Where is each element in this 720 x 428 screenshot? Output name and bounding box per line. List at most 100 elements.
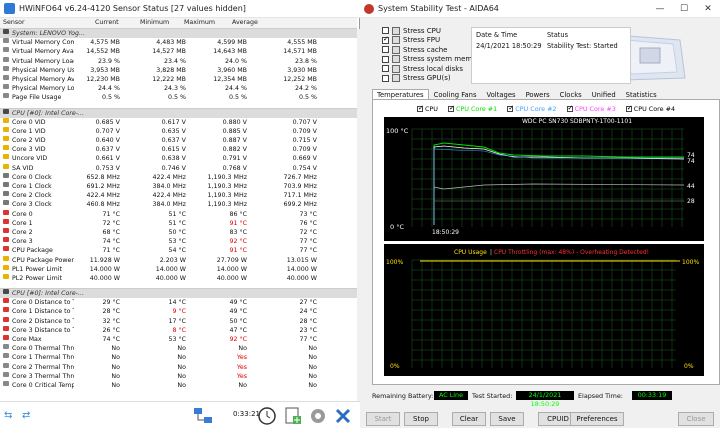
sensor-row[interactable]: Virtual Memory Load 23.9 % 23.4 % 24.0 % 23.… bbox=[0, 56, 357, 66]
legend-item[interactable]: CPU Core #3 bbox=[566, 104, 616, 114]
stress-checkbox[interactable] bbox=[382, 74, 389, 82]
sensor-name: SA VID bbox=[12, 164, 34, 172]
tab-unified[interactable]: Unified bbox=[587, 89, 621, 99]
status-value: Stability Test: Started bbox=[547, 42, 618, 50]
stop-button[interactable]: Stop bbox=[404, 412, 438, 426]
start-button[interactable]: Start bbox=[366, 412, 400, 426]
sensor-row[interactable]: Core 3 74 °C 53 °C 92 °C 77 °C bbox=[0, 237, 357, 246]
sensor-group-header[interactable]: System: LENOVO Yog... bbox=[0, 29, 357, 39]
sensor-group-header[interactable]: CPU [#0]: Intel Core-... bbox=[0, 289, 357, 299]
sensor-row[interactable]: Core 0 VID 0.685 V 0.617 V 0.880 V 0.707 V bbox=[0, 117, 357, 127]
sensor-row[interactable]: PL2 Power Limit 40.000 W 40.000 W 40.000 W 4… bbox=[0, 273, 357, 283]
preferences-button[interactable]: Preferences bbox=[570, 412, 624, 426]
maximize-icon[interactable]: ☐ bbox=[672, 0, 696, 18]
sensor-row[interactable]: CPU Package Power 11.928 W 2.203 W 27.709 W… bbox=[0, 255, 357, 265]
stress-checkbox[interactable] bbox=[382, 65, 389, 73]
col-average[interactable]: Average bbox=[232, 19, 258, 26]
tab-voltages[interactable]: Voltages bbox=[482, 89, 521, 99]
sensor-row[interactable]: Core 3 Thermal Throt... No No Yes No bbox=[0, 371, 357, 381]
sensor-row[interactable]: Core 0 Thermal Throt... No No No No bbox=[0, 344, 357, 353]
col-minimum[interactable]: Minimum bbox=[140, 19, 169, 26]
sensor-row[interactable]: Core 0 Distance to Tj... 29 °C 14 °C 49 °C 2… bbox=[0, 298, 357, 307]
tab-powers[interactable]: Powers bbox=[521, 89, 555, 99]
sensor-row[interactable]: Core 1 VID 0.707 V 0.635 V 0.885 V 0.709 V bbox=[0, 126, 357, 136]
clear-button[interactable]: Clear bbox=[452, 412, 486, 426]
legend-item[interactable]: CPU Core #4 bbox=[625, 104, 675, 114]
nav-right-arrow-icon[interactable]: ⇄ bbox=[22, 411, 40, 421]
sensor-row[interactable]: PL1 Power Limit 14.000 W 14.000 W 14.000 W 1… bbox=[0, 264, 357, 274]
clock-icon[interactable] bbox=[256, 405, 278, 427]
legend-checkbox[interactable] bbox=[447, 104, 455, 112]
save-button[interactable]: Save bbox=[490, 412, 524, 426]
tab-temperatures[interactable]: Temperatures bbox=[372, 89, 429, 99]
legend-item[interactable]: CPU Core #2 bbox=[507, 104, 557, 114]
sensor-row[interactable]: Physical Memory Used 3,953 MB 3,828 MB 3,96… bbox=[0, 65, 357, 75]
stress-option[interactable]: Stress local disks bbox=[382, 64, 472, 74]
stress-option[interactable]: Stress system mem bbox=[382, 55, 472, 65]
stress-option[interactable]: Stress GPU(s) bbox=[382, 74, 472, 84]
col-sensor[interactable]: Sensor bbox=[3, 19, 25, 26]
sensor-row[interactable]: Core 0 71 °C 51 °C 86 °C 73 °C bbox=[0, 209, 357, 219]
sensor-row[interactable]: Physical Memory Load 24.4 % 24.3 % 24.4 % 24… bbox=[0, 84, 357, 93]
tab-clocks[interactable]: Clocks bbox=[555, 89, 587, 99]
maximum-value: 0.880 V bbox=[222, 118, 247, 126]
network-icon[interactable] bbox=[192, 405, 214, 427]
tab-statistics[interactable]: Statistics bbox=[621, 89, 662, 99]
sensor-row[interactable]: Core 2 Distance to Tj... 32 °C 17 °C 50 °C 2… bbox=[0, 316, 357, 326]
sensor-row[interactable]: Core 0 Critical Tempe... No No No No bbox=[0, 380, 357, 390]
sensor-row[interactable]: Core 3 Distance to Tj... 26 °C 8 °C 47 °C 23… bbox=[0, 325, 357, 335]
sensor-row[interactable]: Core 1 72 °C 51 °C 91 °C 76 °C bbox=[0, 218, 357, 228]
stress-checkbox[interactable] bbox=[382, 46, 389, 54]
sensor-row[interactable]: Physical Memory Avai... 12,230 MB 12,222 M… bbox=[0, 74, 357, 84]
legend-checkbox[interactable] bbox=[507, 104, 514, 112]
legend-item[interactable]: CPU bbox=[416, 104, 438, 114]
sensor-row[interactable]: Core 1 Clock 691.2 MHz 384.0 MHz 1,190.3 MH… bbox=[0, 182, 357, 191]
sensor-row[interactable]: Core Max 74 °C 53 °C 92 °C 77 °C bbox=[0, 335, 357, 344]
sensor-row[interactable]: CPU Package 71 °C 54 °C 91 °C 77 °C bbox=[0, 246, 357, 255]
minimum-value: 422.4 MHz bbox=[152, 173, 186, 181]
minimize-icon[interactable]: — bbox=[648, 0, 672, 18]
nav-left-arrow-icon[interactable]: ⇆ bbox=[4, 411, 22, 421]
stress-option[interactable]: Stress FPU bbox=[382, 35, 472, 46]
sensor-row[interactable]: Core 3 VID 0.637 V 0.615 V 0.882 V 0.709 V bbox=[0, 145, 357, 154]
sensor-row[interactable]: Core 0 Clock 652.8 MHz 422.4 MHz 1,190.3 MH… bbox=[0, 172, 357, 182]
close-x-icon[interactable] bbox=[332, 405, 354, 427]
sensor-row[interactable]: Core 1 Distance to Tj... 28 °C 9 °C 49 °C 24… bbox=[0, 307, 357, 316]
sensor-group-header[interactable]: CPU [#0]: Intel Core-... bbox=[0, 108, 357, 118]
col-current[interactable]: Current bbox=[95, 19, 119, 26]
stress-checkbox[interactable] bbox=[382, 35, 389, 44]
sensor-row[interactable]: Core 1 Thermal Throt... No No Yes No bbox=[0, 353, 357, 362]
hwinfo-app-icon bbox=[4, 3, 15, 14]
tab-cooling-fans[interactable]: Cooling Fans bbox=[429, 89, 482, 99]
legend-checkbox[interactable] bbox=[416, 104, 424, 112]
sensor-name: Core 0 Clock bbox=[12, 173, 52, 181]
sensor-row[interactable]: Uncore VID 0.661 V 0.638 V 0.791 V 0.669 V bbox=[0, 154, 357, 163]
sensor-row[interactable]: Core 2 68 °C 50 °C 83 °C 72 °C bbox=[0, 227, 357, 237]
stress-checkbox[interactable] bbox=[382, 27, 389, 35]
col-maximum[interactable]: Maximum bbox=[184, 19, 215, 26]
legend-checkbox[interactable] bbox=[566, 104, 573, 112]
sensor-row[interactable]: Core 3 Clock 460.8 MHz 384.0 MHz 1,190.3 MH… bbox=[0, 200, 357, 209]
sensor-row[interactable]: Page File Usage 0.5 % 0.5 % 0.5 % 0.5 % bbox=[0, 93, 357, 102]
stress-checkbox[interactable] bbox=[382, 55, 389, 63]
stress-option[interactable]: Stress CPU bbox=[382, 26, 472, 36]
sensor-row[interactable]: Core 2 Clock 422.4 MHz 422.4 MHz 1,190.3 MH… bbox=[0, 191, 357, 200]
average-value: 40.000 W bbox=[286, 274, 317, 282]
sensor-row[interactable]: Virtual Memory Avail... 14,552 MB 14,527 M… bbox=[0, 47, 357, 56]
sensor-row[interactable]: SA VID 0.753 V 0.746 V 0.768 V 0.754 V bbox=[0, 163, 357, 173]
sensor-row[interactable]: Core 2 Thermal Throt... No No Yes No bbox=[0, 362, 357, 372]
legend-checkbox[interactable] bbox=[625, 104, 633, 112]
add-report-icon[interactable] bbox=[282, 405, 304, 427]
settings-gear-icon[interactable] bbox=[307, 405, 329, 427]
sensor-row[interactable]: Virtual Memory Com... 4,575 MB 4,483 MB 4,5… bbox=[0, 38, 357, 47]
current-value: 0.685 V bbox=[95, 118, 120, 126]
maximum-value: Yes bbox=[236, 372, 247, 380]
stress-device-icon bbox=[392, 64, 400, 73]
close-button[interactable]: Close bbox=[678, 412, 714, 426]
legend-item[interactable]: CPU Core #1 bbox=[447, 104, 497, 114]
stress-option[interactable]: Stress cache bbox=[382, 45, 472, 55]
sensor-row[interactable]: Core 2 VID 0.640 V 0.637 V 0.887 V 0.715 V bbox=[0, 136, 357, 145]
window-close-icon[interactable]: ✕ bbox=[696, 0, 720, 18]
aida-titlebar[interactable]: System Stability Test - AIDA64 — ☐ ✕ bbox=[360, 0, 720, 18]
hwinfo-titlebar[interactable]: HWiNFO64 v6.24-4120 Sensor Status [27 va… bbox=[0, 0, 360, 18]
